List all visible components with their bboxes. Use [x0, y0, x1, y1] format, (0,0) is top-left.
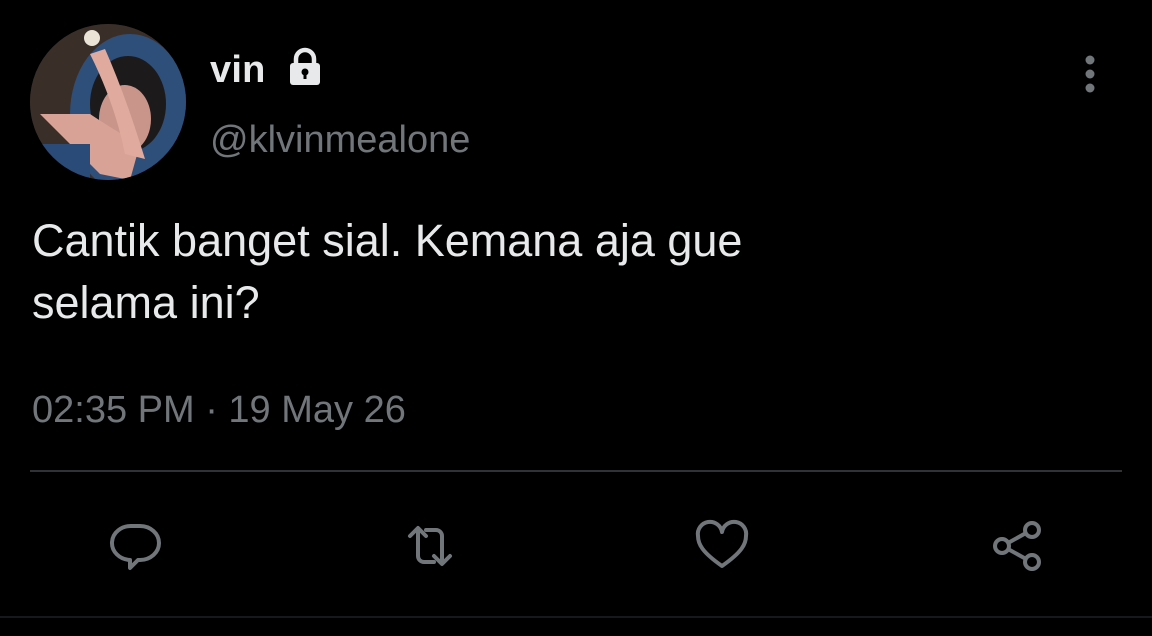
- retweet-icon: [408, 526, 452, 566]
- share-icon: [993, 521, 1041, 571]
- reply-button[interactable]: [104, 514, 168, 578]
- divider: [30, 470, 1122, 472]
- reply-icon: [109, 523, 161, 570]
- avatar[interactable]: [30, 24, 186, 180]
- user-handle[interactable]: @klvinmealone: [210, 118, 470, 162]
- retweet-button[interactable]: [398, 514, 462, 578]
- share-button[interactable]: [986, 514, 1050, 578]
- tweet-detail: vin @klvinmealone Cantik banget sial. Ke…: [0, 0, 1152, 636]
- like-button[interactable]: [690, 514, 754, 578]
- tweet-timestamp[interactable]: 02:35 PM · 19 May 26: [32, 388, 406, 432]
- lock-icon: [290, 47, 320, 85]
- display-name[interactable]: vin: [210, 48, 266, 92]
- avatar-photo-icon: [30, 24, 186, 180]
- more-vertical-icon: [1085, 55, 1095, 93]
- tweet-text: Cantik banget sial. Kemana aja gue selam…: [32, 215, 743, 328]
- heart-icon: [695, 519, 749, 568]
- more-options-button[interactable]: [1068, 52, 1112, 96]
- bottom-divider: [0, 616, 1152, 618]
